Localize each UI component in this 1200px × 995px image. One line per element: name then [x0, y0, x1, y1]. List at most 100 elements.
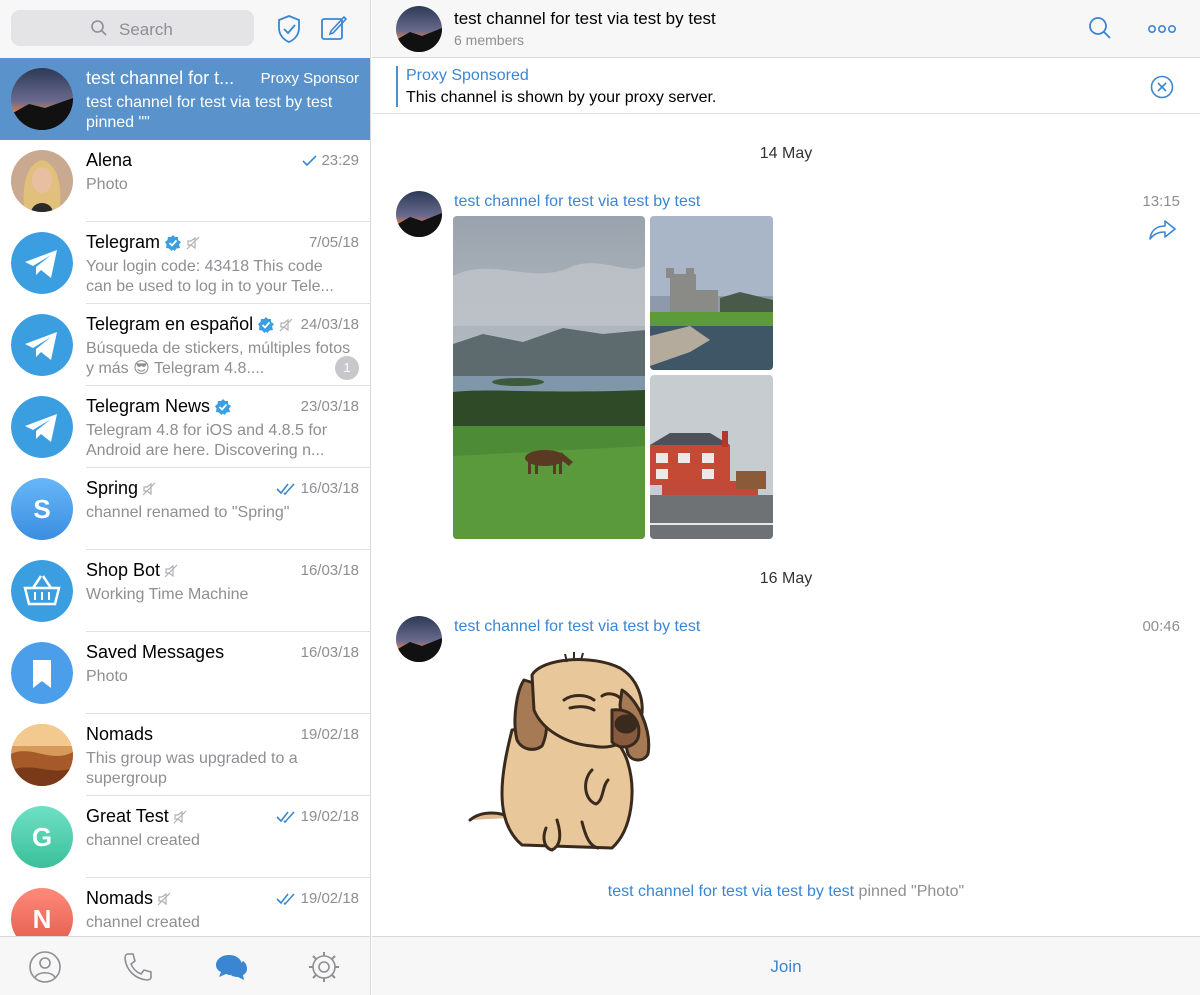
chat-date: 23:29 — [321, 152, 359, 169]
search-placeholder: Search — [119, 20, 173, 39]
chat-name: Saved Messages — [86, 642, 225, 662]
chat-date: 16/03/18 — [300, 480, 359, 497]
service-message: test channel for test via test by test p… — [372, 883, 1200, 901]
chats-icon[interactable] — [213, 949, 249, 985]
message-avatar[interactable] — [396, 616, 442, 662]
chat-preview: Búsqueda de stickers, múltiples fotos y … — [86, 340, 351, 377]
chat-avatar — [11, 314, 73, 376]
service-message-text: pinned "Photo" — [854, 883, 965, 900]
verified-icon — [258, 316, 275, 333]
chat-list: test channel for t... Proxy Sponsor test c… — [0, 58, 370, 936]
chat-avatar: N — [11, 888, 73, 936]
chat-row[interactable]: Telegram News 23/03/18 Telegram 4.8 for iO… — [0, 386, 370, 468]
chat-avatar — [11, 560, 73, 622]
photo-house[interactable] — [650, 375, 773, 539]
chat-name: Shop Bot — [86, 560, 161, 580]
contacts-icon[interactable] — [27, 949, 63, 985]
verified-icon — [215, 398, 232, 415]
read-checkmarks-icon — [276, 810, 295, 823]
chat-date: 16/03/18 — [300, 644, 359, 661]
chat-date: 16/03/18 — [300, 562, 359, 579]
member-count: 6 members — [454, 32, 525, 48]
message-avatar[interactable] — [396, 191, 442, 237]
chat-date: 7/05/18 — [308, 234, 359, 251]
chat-preview: channel renamed to "Spring" — [86, 504, 290, 521]
chat-preview: This group was upgraded to a supergroup — [86, 750, 298, 787]
chat-row[interactable]: Alena 23:29 Photo — [0, 140, 370, 222]
chat-date: 19/02/18 — [300, 726, 359, 743]
chat-header: test channel for test via test by test 6… — [372, 0, 1200, 58]
chat-name: test channel for t... — [86, 68, 235, 88]
unread-badge: 1 — [335, 356, 359, 380]
chat-date: 23/03/18 — [300, 398, 359, 415]
chat-name: Telegram News — [86, 396, 211, 416]
sent-checkmark-icon — [302, 154, 318, 166]
settings-icon[interactable] — [306, 949, 342, 985]
message-time: 00:46 — [1142, 618, 1180, 635]
compose-icon[interactable] — [320, 14, 348, 42]
chat-avatar — [11, 724, 73, 786]
message-author[interactable]: test channel for test via test by test — [454, 618, 700, 636]
chat-row[interactable]: Telegram 7/05/18 Your login code: 43418 Th… — [0, 222, 370, 304]
chat-row[interactable]: N Nomads 19/02/18 channel created — [0, 878, 370, 936]
proxy-sponsored-banner[interactable]: Proxy Sponsored This channel is shown by… — [372, 59, 1200, 114]
chat-preview: Working Time Machine — [86, 586, 249, 603]
chat-avatar: S — [11, 478, 73, 540]
input-bar: Join — [372, 936, 1200, 995]
more-options-icon[interactable] — [1148, 23, 1176, 35]
chat-name: Telegram en español — [86, 314, 254, 334]
chat-name: Great Test — [86, 806, 169, 826]
chat-preview: test channel for test via test by test p… — [86, 94, 333, 131]
date-separator: 16 May — [759, 570, 813, 587]
muted-icon — [279, 318, 293, 331]
proxy-shield-icon[interactable] — [276, 14, 302, 44]
chat-preview: channel created — [86, 914, 200, 931]
photo-lake-horse[interactable] — [453, 216, 645, 539]
chat-preview: Photo — [86, 668, 128, 685]
chat-avatar — [11, 232, 73, 294]
banner-title: Proxy Sponsored — [406, 67, 529, 84]
muted-icon — [142, 482, 156, 495]
chat-row[interactable]: G Great Test 19/02/18 channel created — [0, 796, 370, 878]
chat-row[interactable]: Shop Bot 16/03/18 Working Time Machine — [0, 550, 370, 632]
share-icon[interactable] — [1148, 218, 1178, 242]
chat-avatar — [11, 150, 73, 212]
chat-list-toolbar: Search — [0, 0, 370, 58]
channel-avatar[interactable] — [396, 6, 442, 52]
muted-icon — [186, 236, 200, 249]
chat-row[interactable]: Saved Messages 16/03/18 Photo — [0, 632, 370, 714]
chat-row[interactable]: test channel for t... Proxy Sponsor test c… — [0, 58, 370, 140]
message-author[interactable]: test channel for test via test by test — [454, 193, 700, 211]
read-checkmarks-icon — [276, 482, 295, 495]
photo-castle[interactable] — [650, 216, 773, 370]
chat-date: 24/03/18 — [300, 316, 359, 333]
chat-preview: Photo — [86, 176, 128, 193]
chat-date: Proxy Sponsor — [260, 70, 359, 87]
chat-date: 19/02/18 — [300, 890, 359, 907]
muted-icon — [164, 564, 178, 577]
calls-icon[interactable] — [120, 949, 156, 985]
chat-preview: Your login code: 43418 This code can be … — [86, 258, 334, 295]
banner-accent-line — [396, 66, 398, 107]
chat-row[interactable]: Telegram en español 24/03/18 Búsqueda de s… — [0, 304, 370, 386]
chat-preview: channel created — [86, 832, 200, 849]
chat-name: Telegram — [86, 232, 161, 252]
conversation-pane: test channel for test via test by test 6… — [372, 0, 1200, 995]
close-icon[interactable] — [1150, 75, 1174, 99]
chat-name: Nomads — [86, 888, 154, 908]
service-message-author[interactable]: test channel for test via test by test — [608, 883, 854, 900]
chat-avatar — [11, 68, 73, 130]
search-icon — [91, 20, 107, 36]
chat-row[interactable]: Nomads 19/02/18 This group was upgraded to… — [0, 714, 370, 796]
sticker-dog[interactable] — [462, 650, 662, 860]
tab-bar — [0, 936, 370, 995]
date-separator: 14 May — [759, 145, 813, 162]
search-input[interactable]: Search — [11, 10, 254, 46]
search-icon[interactable] — [1088, 16, 1112, 40]
chat-row[interactable]: S Spring 16/03/18 channel renamed to "Sprin… — [0, 468, 370, 550]
join-button[interactable]: Join — [372, 957, 1200, 977]
chat-name: Alena — [86, 150, 133, 170]
chat-title[interactable]: test channel for test via test by test — [454, 9, 716, 29]
verified-icon — [165, 234, 182, 251]
chat-date: 19/02/18 — [300, 808, 359, 825]
